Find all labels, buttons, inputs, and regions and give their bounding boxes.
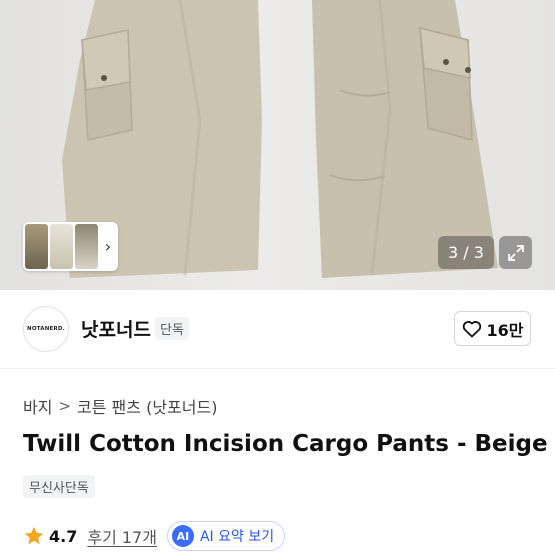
ai-icon: AI bbox=[171, 525, 194, 547]
breadcrumb-category[interactable]: 바지 bbox=[23, 394, 52, 418]
product-title: Twill Cotton Incision Cargo Pants - Beig… bbox=[23, 431, 548, 457]
exclusive-badge: 무신사단독 bbox=[23, 475, 95, 498]
thumbnail-images bbox=[25, 224, 98, 269]
divider bbox=[0, 368, 555, 369]
brand-name[interactable]: 낫포너드 bbox=[81, 315, 151, 342]
rating-score: 4.7 bbox=[49, 526, 78, 546]
ai-summary-button[interactable]: AI AI 요약 보기 bbox=[166, 521, 286, 551]
chevron-right-icon[interactable]: › bbox=[98, 237, 118, 256]
star-icon bbox=[24, 526, 44, 545]
brand-logo[interactable]: NOTANERD. bbox=[23, 306, 69, 352]
breadcrumb-subcategory[interactable]: 코튼 팬츠 (낫포너드) bbox=[77, 394, 217, 418]
rating-row: 4.7 후기 17개 AI AI 요약 보기 bbox=[23, 520, 286, 552]
reviews-link[interactable]: 후기 17개 bbox=[87, 524, 157, 548]
like-count: 16만 bbox=[486, 320, 524, 340]
brand-row: NOTANERD. 낫포너드 단독 16만 bbox=[0, 300, 555, 358]
breadcrumb: 바지 > 코튼 팬츠 (낫포너드) bbox=[23, 394, 217, 418]
product-image[interactable]: › 3 / 3 bbox=[0, 0, 555, 290]
brand-exclusive-tag: 단독 bbox=[155, 317, 189, 340]
thumbnail-strip[interactable]: › bbox=[23, 222, 118, 271]
like-button[interactable]: 16만 bbox=[454, 311, 531, 346]
expand-arrows-icon[interactable] bbox=[499, 236, 532, 269]
breadcrumb-separator: > bbox=[58, 397, 72, 415]
image-counter: 3 / 3 bbox=[438, 236, 494, 269]
heart-icon bbox=[462, 320, 481, 337]
ai-summary-label: AI 요약 보기 bbox=[199, 529, 275, 545]
